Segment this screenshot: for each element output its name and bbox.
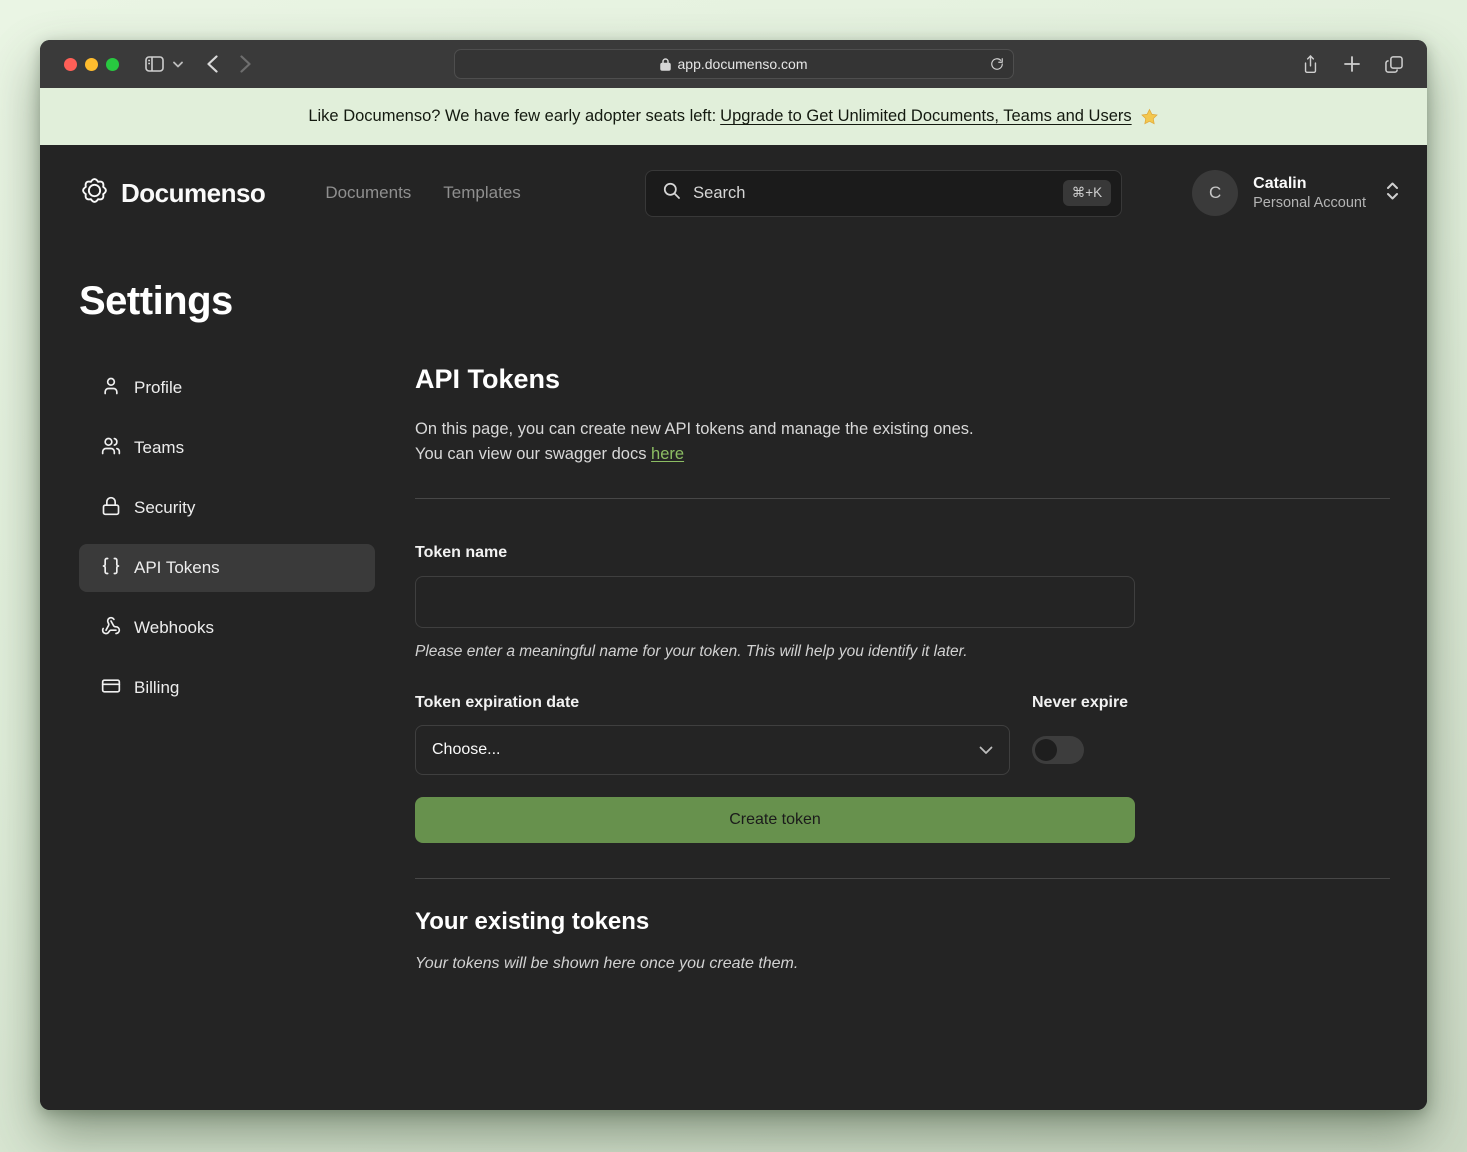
sidebar-item-api-tokens[interactable]: API Tokens (79, 544, 375, 592)
search-input[interactable]: Search ⌘+K (645, 170, 1122, 217)
token-name-hint: Please enter a meaningful name for your … (415, 643, 1135, 661)
minimize-window-button[interactable] (85, 58, 98, 71)
documenso-logo-icon (79, 175, 110, 211)
browser-window: app.documenso.com (40, 40, 1427, 1110)
swagger-docs-link[interactable]: here (651, 445, 684, 463)
sidebar-item-label: API Tokens (134, 558, 220, 578)
documenso-app: Documenso Documents Templates Search ⌘+K… (40, 145, 1427, 1110)
search-placeholder: Search (693, 184, 745, 203)
reload-icon[interactable] (990, 57, 1004, 71)
forward-button[interactable] (240, 55, 251, 73)
section-description-line1: On this page, you can create new API tok… (415, 417, 1390, 442)
chevron-down-icon[interactable] (173, 61, 183, 68)
account-type: Personal Account (1253, 194, 1366, 212)
braces-icon (101, 556, 121, 581)
sidebar-item-webhooks[interactable]: Webhooks (79, 604, 375, 652)
lock-icon (660, 58, 671, 71)
token-name-input[interactable] (415, 576, 1135, 628)
page-title: Settings (40, 221, 1427, 324)
avatar: C (1192, 170, 1238, 216)
user-icon (101, 376, 121, 401)
new-tab-icon[interactable] (1344, 56, 1360, 72)
search-shortcut-badge: ⌘+K (1063, 180, 1111, 206)
star-icon (1140, 108, 1159, 126)
divider (415, 878, 1390, 879)
api-tokens-panel: API Tokens On this page, you can create … (415, 364, 1390, 973)
divider (415, 498, 1390, 499)
brand-name: Documenso (121, 178, 265, 209)
back-button[interactable] (207, 55, 218, 73)
settings-layout: Profile Teams Security (40, 324, 1427, 973)
expiration-row: Token expiration date Choose... Never ex… (415, 694, 1135, 775)
sidebar-item-label: Teams (134, 438, 184, 458)
share-icon[interactable] (1302, 55, 1319, 74)
traffic-lights (64, 58, 119, 71)
nav-documents[interactable]: Documents (325, 183, 411, 203)
sidebar-item-label: Billing (134, 678, 179, 698)
nav-templates[interactable]: Templates (443, 183, 520, 203)
account-menu[interactable]: C Catalin Personal Account (1192, 170, 1399, 216)
create-token-button[interactable]: Create token (415, 797, 1135, 843)
banner-text: Like Documenso? We have few early adopte… (308, 107, 716, 126)
url-text: app.documenso.com (678, 56, 808, 72)
sidebar-item-security[interactable]: Security (79, 484, 375, 532)
zoom-window-button[interactable] (106, 58, 119, 71)
sidebar-toggle-icon[interactable] (145, 56, 164, 72)
token-name-label: Token name (415, 544, 1135, 562)
create-token-form: Token name Please enter a meaningful nam… (415, 544, 1135, 843)
sidebar-item-label: Profile (134, 378, 182, 398)
existing-tokens-heading: Your existing tokens (415, 908, 1390, 936)
upgrade-link[interactable]: Upgrade to Get Unlimited Documents, Team… (720, 107, 1131, 126)
account-name: Catalin (1253, 174, 1366, 194)
app-header: Documenso Documents Templates Search ⌘+K… (40, 145, 1427, 221)
section-description-line2: You can view our swagger docs here (415, 442, 1390, 467)
search-icon (662, 181, 681, 205)
browser-toolbar: app.documenso.com (40, 40, 1427, 88)
lock-icon (101, 496, 121, 521)
tab-overview-icon[interactable] (1385, 56, 1403, 73)
existing-tokens-empty-state: Your tokens will be shown here once you … (415, 955, 1390, 973)
settings-sidebar: Profile Teams Security (79, 364, 375, 973)
sidebar-item-billing[interactable]: Billing (79, 664, 375, 712)
never-expire-label: Never expire (1032, 694, 1135, 712)
sidebar-item-teams[interactable]: Teams (79, 424, 375, 472)
webhook-icon (101, 616, 121, 641)
token-expiration-select[interactable]: Choose... (415, 725, 1010, 775)
close-window-button[interactable] (64, 58, 77, 71)
toolbar-right-actions (1302, 55, 1403, 74)
sidebar-item-label: Security (134, 498, 195, 518)
toggle-knob (1035, 739, 1057, 761)
address-bar[interactable]: app.documenso.com (454, 49, 1014, 79)
promo-banner: Like Documenso? We have few early adopte… (40, 88, 1427, 145)
users-icon (101, 436, 121, 461)
never-expire-toggle[interactable] (1032, 736, 1084, 764)
credit-card-icon (101, 676, 121, 701)
brand[interactable]: Documenso (79, 175, 265, 211)
account-info: Catalin Personal Account (1253, 174, 1366, 212)
main-nav: Documents Templates (325, 183, 520, 203)
token-expiration-label: Token expiration date (415, 694, 1010, 712)
sidebar-item-label: Webhooks (134, 618, 214, 638)
token-expiration-value: Choose... (432, 741, 500, 759)
sidebar-item-profile[interactable]: Profile (79, 364, 375, 412)
section-heading: API Tokens (415, 364, 1390, 395)
chevron-up-down-icon (1386, 182, 1399, 205)
chevron-down-icon (979, 746, 993, 755)
